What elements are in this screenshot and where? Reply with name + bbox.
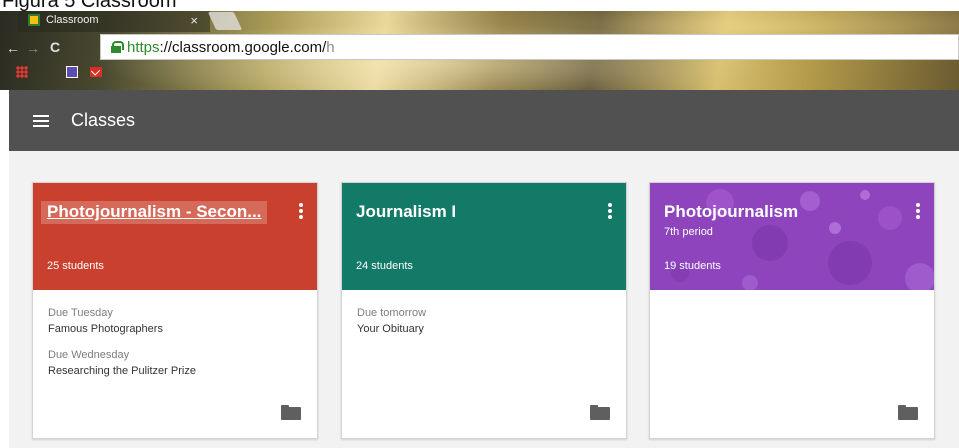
card-title[interactable]: Journalism I [356,201,456,223]
card-body [650,290,934,307]
forward-icon[interactable]: → [26,40,40,56]
reload-icon[interactable]: C [50,39,60,55]
due-date-label: Due Wednesday [48,349,130,361]
assignment-title[interactable]: Your Obituary [357,323,626,335]
student-count: 25 students [47,260,104,272]
due-date-label: Due Tuesday [48,307,113,319]
url-path: h [326,38,335,56]
card-title[interactable]: Photojournalism [664,201,798,223]
tab-title: Classroom [46,14,99,26]
lock-icon [111,41,124,53]
card-body: Due tomorrow Your Obituary [342,290,626,335]
folder-icon[interactable] [590,405,610,420]
back-icon[interactable]: ← [6,40,20,56]
student-count: 24 students [356,260,413,272]
url-scheme: https [127,38,160,56]
contacts-bookmark-icon[interactable] [66,66,78,78]
gmail-bookmark-icon[interactable] [90,67,102,77]
class-card-journalism-i[interactable]: Journalism I 24 students Due tomorrow Yo… [341,182,627,439]
bookmarks-bar [16,66,102,78]
more-options-icon[interactable] [299,203,303,219]
browser-chrome: Classroom × ← → C https://classroom.goog… [0,0,959,90]
apps-icon[interactable] [16,66,28,78]
more-options-icon[interactable] [916,203,920,219]
classroom-favicon-icon [28,14,40,26]
card-title[interactable]: Photojournalism - Secon... [41,201,268,224]
card-header[interactable]: Photojournalism - Secon... 25 students [33,183,317,290]
class-card-photojournalism[interactable]: Photojournalism 7th period 19 students [649,182,935,439]
class-card-photojournalism-second[interactable]: Photojournalism - Secon... 25 students D… [32,182,318,439]
assignment-title[interactable]: Famous Photographers [48,323,317,335]
due-assignment[interactable]: Due Wednesday Researching the Pulitzer P… [48,349,317,377]
due-assignment[interactable]: Due Tuesday Famous Photographers [48,307,317,335]
due-assignment[interactable]: Due tomorrow Your Obituary [357,307,626,335]
app-bar: Classes [9,90,959,151]
card-body: Due Tuesday Famous Photographers Due Wed… [33,290,317,377]
card-header[interactable]: Photojournalism 7th period 19 students [650,183,934,290]
student-count: 19 students [664,260,721,272]
hamburger-menu-icon[interactable] [33,114,49,127]
classes-grid: Photojournalism - Secon... 25 students D… [9,151,959,448]
folder-icon[interactable] [281,405,301,420]
card-subtitle: 7th period [664,226,713,238]
address-bar[interactable]: https://classroom.google.com/h [100,34,959,60]
tab-close-icon[interactable]: × [190,13,198,28]
assignment-title[interactable]: Researching the Pulitzer Prize [48,365,317,377]
more-options-icon[interactable] [608,203,612,219]
figure-caption: Figura 5 Classroom [0,0,959,11]
new-tab-button[interactable] [207,12,243,30]
folder-icon[interactable] [898,405,918,420]
page-title: Classes [71,110,136,130]
due-date-label: Due tomorrow [357,307,427,319]
card-header[interactable]: Journalism I 24 students [342,183,626,290]
url-host: ://classroom.google.com/ [159,38,327,56]
